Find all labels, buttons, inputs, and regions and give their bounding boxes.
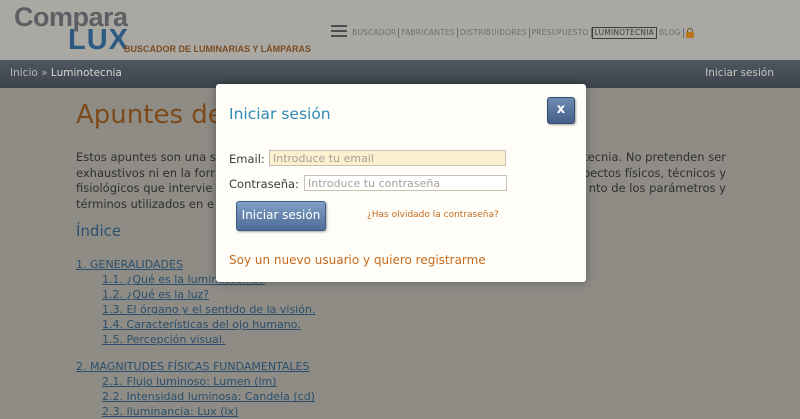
toc-item-link[interactable]: 2.2. Intensidad luminosa: Candela (cd)	[76, 389, 315, 404]
login-modal: Iniciar sesión x Email: Contraseña: Inic…	[216, 84, 586, 282]
intro-line-left: fisiológicos que intervie	[76, 181, 213, 195]
toc-item-link[interactable]: 1.5. Percepción visual.	[76, 332, 315, 347]
toc-item-link[interactable]: 2.3. Iluminancia: Lux (lx)	[76, 404, 315, 419]
login-submit-button[interactable]: Iniciar sesión	[236, 201, 326, 231]
lock-icon[interactable]	[685, 28, 694, 38]
nav-item-blog[interactable]: BLOG	[657, 28, 684, 38]
nav-item-buscador[interactable]: BUSCADOR	[350, 28, 400, 38]
toc-item-link[interactable]: 1.4. Características del ojo humano.	[76, 317, 315, 332]
intro-line-left: exhaustivos ni en la forr	[76, 165, 215, 180]
breadcrumb-current: Luminotecnia	[50, 67, 122, 79]
password-field[interactable]	[304, 175, 507, 191]
toc-item-link[interactable]: 1.3. El órgano y el sentido de la visión…	[76, 302, 315, 317]
breadcrumb-separator: »	[41, 67, 48, 79]
email-label: Email:	[229, 152, 265, 166]
intro-line-right: tecnia. No pretenden ser	[583, 150, 726, 164]
email-field[interactable]	[269, 150, 506, 166]
nav-item-distribuidores[interactable]: DISTRIBUIDORES	[458, 28, 530, 38]
nav-item-presupuesto[interactable]: PRESUPUESTO	[530, 28, 592, 38]
main-nav: BUSCADOR FABRICANTES DISTRIBUIDORES PRES…	[350, 27, 694, 39]
modal-title: Iniciar sesión	[229, 105, 331, 123]
password-label: Contraseña:	[229, 177, 299, 191]
nav-item-fabricantes[interactable]: FABRICANTES	[399, 28, 458, 38]
intro-line-right: pectos físicos, técnicos y	[582, 165, 726, 180]
toc-section-link[interactable]: 2. MAGNITUDES FÍSICAS FUNDAMENTALES	[76, 359, 315, 374]
logo-word-lux[interactable]: LUX	[68, 24, 129, 57]
close-button[interactable]: x	[547, 97, 575, 124]
breadcrumb: Inicio » Luminotecnia	[10, 67, 122, 79]
page-title: Apuntes de l	[76, 100, 240, 130]
intro-line-left: Estos apuntes son una s	[76, 150, 216, 164]
intro-line-left: términos utilizados en e	[76, 196, 215, 211]
intro-line-right: nto de los parámetros y	[588, 181, 726, 195]
toc-item-link[interactable]: 1.2. ¿Qué es la luz?	[76, 287, 315, 302]
forgot-password-link[interactable]: ¿Has olvidado la contraseña?	[367, 210, 499, 220]
nav-item-luminotecnia[interactable]: LUMINOTECNIA	[591, 27, 657, 39]
breadcrumb-home[interactable]: Inicio	[10, 67, 38, 79]
hamburger-menu-icon[interactable]	[331, 25, 347, 38]
login-link[interactable]: Iniciar sesión	[705, 67, 774, 79]
site-header: Compara LUX BUSCADOR DE LUMINARIAS Y LÁM…	[0, 0, 800, 60]
index-title: Índice	[76, 222, 122, 240]
logo-tagline: BUSCADOR DE LUMINARIAS Y LÁMPARAS	[124, 44, 312, 54]
register-link[interactable]: Soy un nuevo usuario y quiero registrarm…	[229, 253, 486, 267]
toc-item-link[interactable]: 2.1. Flujo luminoso: Lumen (lm)	[76, 374, 315, 389]
